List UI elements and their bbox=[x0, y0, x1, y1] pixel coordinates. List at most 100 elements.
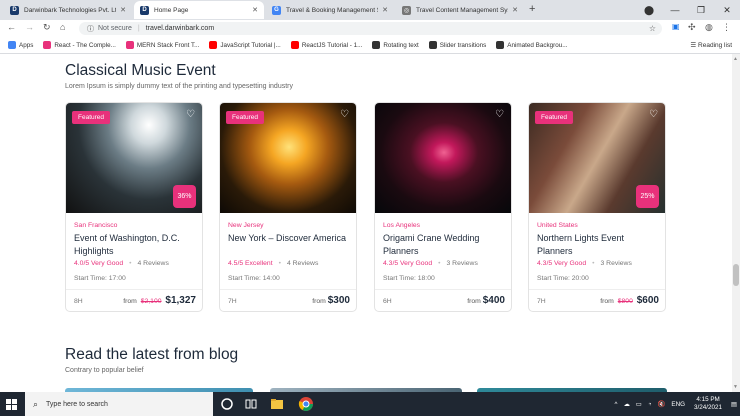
event-card[interactable]: Featured ♡ 25% United States Northern Li… bbox=[528, 102, 666, 312]
codepen-icon bbox=[428, 41, 437, 49]
menu-kebab-icon[interactable]: ⋮ bbox=[722, 22, 731, 33]
globe-favicon-icon: ◎ bbox=[402, 5, 411, 15]
event-image[interactable] bbox=[375, 103, 511, 213]
show-hidden-icons-icon[interactable]: ^ bbox=[615, 401, 618, 408]
bookmark-rotating-text[interactable]: Rotating text bbox=[372, 41, 419, 49]
heart-icon[interactable]: ♡ bbox=[649, 109, 658, 120]
cloud-icon[interactable]: ☁ bbox=[623, 401, 629, 408]
close-tab-icon[interactable]: ✕ bbox=[252, 6, 258, 14]
event-card[interactable]: Featured ♡ 36% San Francisco Event of Wa… bbox=[65, 102, 203, 312]
notifications-icon[interactable]: ▤ bbox=[731, 401, 737, 408]
bookmark-react-complete[interactable]: React - The Comple... bbox=[43, 41, 116, 49]
event-name[interactable]: New York – Discover America bbox=[228, 232, 352, 245]
blog-section-subtitle: Contrary to popular belief bbox=[65, 367, 144, 374]
chrome-icon[interactable] bbox=[298, 396, 314, 412]
codepen-icon bbox=[372, 41, 381, 49]
featured-badge: Featured bbox=[72, 111, 111, 124]
event-price: from $800 $600 bbox=[600, 295, 659, 306]
event-start-time: Start Time: 17:00 bbox=[74, 275, 126, 282]
tab-title: Travel Content Management Syste bbox=[416, 6, 509, 14]
close-tab-icon[interactable]: ✕ bbox=[512, 6, 518, 14]
page-scrollbar[interactable]: ▲ ▼ bbox=[732, 54, 740, 392]
tab-home-page[interactable]: D Home Page ✕ bbox=[134, 1, 264, 19]
volume-icon[interactable]: 🔇 bbox=[658, 400, 666, 408]
reload-icon[interactable]: ↻ bbox=[43, 22, 51, 33]
language-indicator[interactable]: ENG bbox=[671, 401, 685, 408]
event-duration: 7H bbox=[537, 298, 546, 305]
profile-icon[interactable]: ⬤ bbox=[636, 0, 662, 20]
scroll-up-icon[interactable]: ▲ bbox=[733, 56, 738, 62]
event-duration: 7H bbox=[228, 298, 237, 305]
bookmark-reactjs[interactable]: ReactJS Tutorial - 1... bbox=[290, 41, 362, 49]
event-location: San Francisco bbox=[74, 222, 118, 229]
tab-travel-booking[interactable]: G Travel & Booking Management Sys ✕ bbox=[266, 1, 394, 19]
bookmark-slider[interactable]: Slider transitions bbox=[428, 41, 486, 49]
bookmark-animated-bg[interactable]: Animated Backgrou... bbox=[496, 41, 567, 49]
url-text: travel.darwinbark.com bbox=[145, 25, 215, 32]
close-window-icon[interactable]: ✕ bbox=[714, 0, 740, 20]
taskbar-search-box[interactable]: ⌕ Type here to search bbox=[25, 392, 213, 416]
event-price: from $400 bbox=[467, 295, 505, 306]
event-rating: 4.3/5 Very Good • 3 Reviews bbox=[383, 260, 478, 267]
maximize-icon[interactable]: ❐ bbox=[688, 0, 714, 20]
event-name[interactable]: Northern Lights Event Planners bbox=[537, 232, 661, 258]
close-tab-icon[interactable]: ✕ bbox=[120, 6, 126, 14]
browser-chrome: D Darwinbark Technologies Pvt. Ltd. ✕ D … bbox=[0, 0, 740, 54]
section-subtitle: Lorem Ipsum is simply dummy text of the … bbox=[65, 83, 293, 90]
bookmark-mern[interactable]: MERN Stack Front T... bbox=[125, 41, 199, 49]
reading-list-icon: ☰ bbox=[690, 42, 699, 49]
discount-badge: 36% bbox=[173, 185, 196, 208]
extension-new-icon[interactable]: ▣ bbox=[672, 22, 680, 31]
event-price: from $300 bbox=[312, 295, 350, 306]
home-icon[interactable]: ⌂ bbox=[60, 22, 65, 32]
bookmark-star-icon[interactable]: ☆ bbox=[649, 24, 656, 33]
battery-icon[interactable]: ▭ bbox=[636, 401, 642, 408]
scroll-down-icon[interactable]: ▼ bbox=[733, 384, 738, 390]
darwinbark-favicon-icon: D bbox=[140, 5, 149, 15]
close-tab-icon[interactable]: ✕ bbox=[382, 6, 388, 14]
event-start-time: Start Time: 14:00 bbox=[228, 275, 280, 282]
udemy-icon bbox=[125, 41, 134, 49]
network-icon[interactable]: ◔ bbox=[648, 401, 652, 408]
bookmark-apps[interactable]: Apps bbox=[8, 41, 33, 49]
extensions-puzzle-icon[interactable]: ✣ bbox=[688, 22, 696, 33]
event-card[interactable]: ♡ Los Angeles Origami Crane Wedding Plan… bbox=[374, 102, 512, 312]
minimize-icon[interactable]: — bbox=[662, 0, 688, 20]
heart-icon[interactable]: ♡ bbox=[495, 109, 504, 120]
tab-darwinbark[interactable]: D Darwinbark Technologies Pvt. Ltd. ✕ bbox=[4, 1, 132, 19]
forward-arrow-icon[interactable]: → bbox=[25, 22, 34, 32]
event-location: Los Angeles bbox=[383, 222, 421, 229]
avatar[interactable]: ◍ bbox=[705, 22, 713, 33]
task-view-icon[interactable] bbox=[244, 397, 258, 411]
udemy-icon bbox=[43, 41, 52, 49]
event-rating: 4.3/5 Very Good • 3 Reviews bbox=[537, 260, 632, 267]
cortana-icon[interactable] bbox=[220, 397, 234, 411]
heart-icon[interactable]: ♡ bbox=[340, 109, 349, 120]
info-icon[interactable]: ⓘ bbox=[87, 24, 94, 34]
tab-travel-content[interactable]: ◎ Travel Content Management Syste ✕ bbox=[396, 1, 524, 19]
back-arrow-icon[interactable]: ← bbox=[7, 22, 16, 32]
web-page: Classical Music Event Lorem Ipsum is sim… bbox=[0, 54, 732, 392]
event-name[interactable]: Event of Washington, D.C. Highlights bbox=[74, 232, 198, 258]
featured-badge: Featured bbox=[226, 111, 265, 124]
google-favicon-icon: G bbox=[272, 5, 281, 15]
heart-icon[interactable]: ♡ bbox=[186, 109, 195, 120]
scrollbar-thumb[interactable] bbox=[733, 264, 739, 286]
card-footer: 8H from $2,100 $1,327 bbox=[66, 289, 202, 311]
event-rating: 4.0/5 Very Good • 4 Reviews bbox=[74, 260, 169, 267]
card-footer: 6H from $400 bbox=[375, 289, 511, 311]
reading-list[interactable]: ☰ Reading list bbox=[690, 41, 732, 49]
card-footer: 7H from $800 $600 bbox=[529, 289, 665, 311]
new-tab-button[interactable]: + bbox=[529, 3, 535, 15]
file-explorer-icon[interactable] bbox=[270, 397, 284, 411]
bookmark-javascript[interactable]: JavaScript Tutorial |... bbox=[209, 41, 281, 49]
event-duration: 8H bbox=[74, 298, 83, 305]
tab-strip: D Darwinbark Technologies Pvt. Ltd. ✕ D … bbox=[0, 0, 740, 20]
event-price: from $2,100 $1,327 bbox=[123, 295, 196, 306]
search-icon: ⌕ bbox=[33, 398, 39, 409]
windows-start-button[interactable] bbox=[0, 392, 22, 416]
event-card[interactable]: Featured ♡ New Jersey New York – Discove… bbox=[219, 102, 357, 312]
system-clock[interactable]: 4:15 PM 3/24/2021 bbox=[694, 396, 722, 412]
event-name[interactable]: Origami Crane Wedding Planners bbox=[383, 232, 507, 258]
address-bar[interactable]: ⓘ Not secure | travel.darwinbark.com ☆ bbox=[79, 22, 662, 35]
